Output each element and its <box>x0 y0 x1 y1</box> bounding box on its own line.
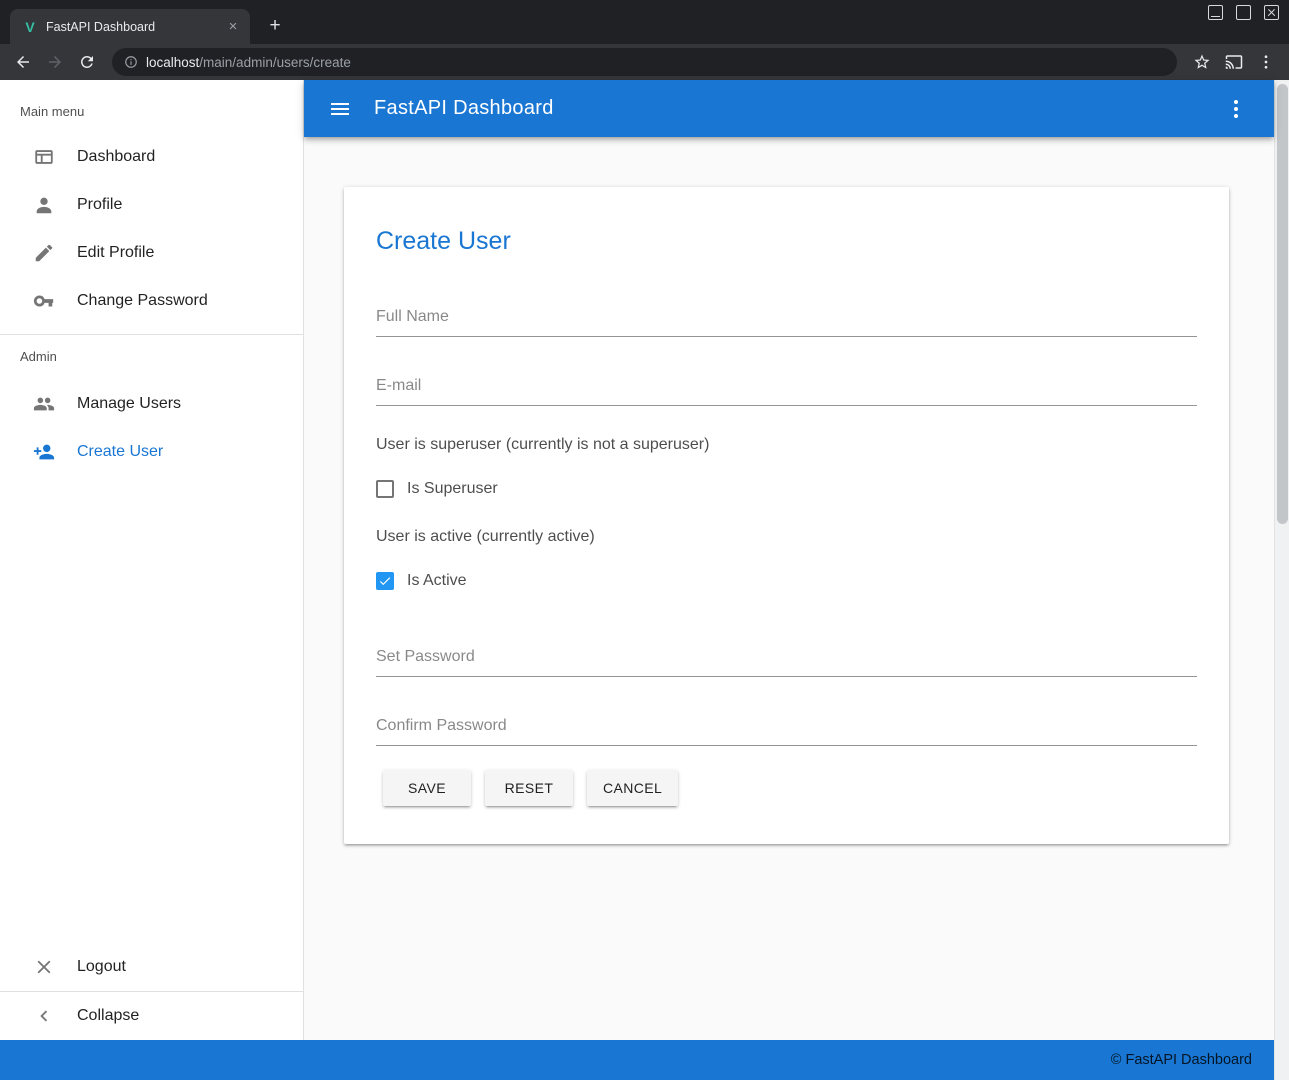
sidebar-item-edit-profile[interactable]: Edit Profile <box>0 229 303 277</box>
key-icon <box>32 289 56 313</box>
checkbox-icon[interactable] <box>376 480 394 498</box>
sidebar-section-admin: Admin <box>0 335 303 380</box>
sidebar-item-change-password[interactable]: Change Password <box>0 277 303 325</box>
url-host: localhost <box>146 55 199 70</box>
sidebar-item-label: Logout <box>77 958 126 976</box>
main-area: FastAPI Dashboard Create User User is su… <box>304 80 1274 1040</box>
scrollbar-thumb[interactable] <box>1277 84 1288 524</box>
is-active-checkbox[interactable]: Is Active <box>376 572 1197 590</box>
person-icon <box>32 193 56 217</box>
email-field <box>376 373 1197 406</box>
sidebar-item-label: Edit Profile <box>77 244 154 262</box>
sidebar-item-collapse[interactable]: Collapse <box>0 992 303 1040</box>
sidebar-item-manage-users[interactable]: Manage Users <box>0 380 303 428</box>
people-icon <box>32 392 56 416</box>
set-password-input[interactable] <box>376 644 1197 677</box>
full-name-input[interactable] <box>376 304 1197 337</box>
sidebar-spacer <box>0 476 303 943</box>
close-icon[interactable] <box>1264 5 1279 20</box>
back-arrow-icon[interactable] <box>8 47 38 77</box>
dashboard-icon <box>32 145 56 169</box>
copyright-text: © FastAPI Dashboard <box>1111 1052 1252 1068</box>
maximize-icon[interactable] <box>1236 5 1251 20</box>
page-scrollbar[interactable] <box>1274 80 1289 1080</box>
checkbox-checked-icon[interactable] <box>376 572 394 590</box>
tab-close-icon[interactable]: × <box>224 18 242 36</box>
minimize-icon[interactable] <box>1208 5 1223 20</box>
is-superuser-checkbox[interactable]: Is Superuser <box>376 480 1197 498</box>
sidebar-item-dashboard[interactable]: Dashboard <box>0 133 303 181</box>
checkbox-label: Is Superuser <box>407 480 498 498</box>
tab-title: FastAPI Dashboard <box>46 20 216 34</box>
address-bar[interactable]: localhost/main/admin/users/create <box>112 48 1177 76</box>
sidebar-item-label: Profile <box>77 196 122 214</box>
full-name-field <box>376 304 1197 337</box>
new-tab-button[interactable]: + <box>262 13 288 39</box>
navigation-drawer: Main menu Dashboard Profile Edit Profile… <box>0 80 304 1040</box>
sidebar-item-label: Dashboard <box>77 148 155 166</box>
confirm-password-field <box>376 713 1197 746</box>
app-bar: FastAPI Dashboard <box>304 80 1274 137</box>
app-footer: © FastAPI Dashboard <box>0 1040 1274 1080</box>
confirm-password-input[interactable] <box>376 713 1197 746</box>
url-text: localhost/main/admin/users/create <box>146 55 351 70</box>
superuser-hint: User is superuser (currently is not a su… <box>376 436 1197 454</box>
url-path: /main/admin/users/create <box>199 55 351 70</box>
form-actions: SAVE RESET CANCEL <box>376 770 1197 806</box>
app-bar-title: FastAPI Dashboard <box>374 97 554 120</box>
set-password-field <box>376 644 1197 677</box>
save-button[interactable]: SAVE <box>383 770 471 806</box>
sidebar-item-profile[interactable]: Profile <box>0 181 303 229</box>
browser-toolbar: localhost/main/admin/users/create <box>0 44 1289 80</box>
email-input[interactable] <box>376 373 1197 406</box>
person-add-icon <box>32 440 56 464</box>
checkbox-label: Is Active <box>407 572 467 590</box>
favicon-icon: V <box>22 19 38 35</box>
info-icon[interactable] <box>124 55 138 69</box>
close-icon <box>32 955 56 979</box>
page-title: Create User <box>376 227 1197 256</box>
page-content: Create User User is superuser (currently… <box>304 137 1274 1040</box>
pencil-icon <box>32 241 56 265</box>
window-controls <box>1208 5 1279 20</box>
create-user-card: Create User User is superuser (currently… <box>344 187 1229 844</box>
browser-menu-kebab-icon[interactable] <box>1251 47 1281 77</box>
sidebar-item-label: Manage Users <box>77 395 181 413</box>
browser-titlebar: V FastAPI Dashboard × + <box>0 0 1289 44</box>
sidebar-item-label: Change Password <box>77 292 208 310</box>
cast-icon[interactable] <box>1219 47 1249 77</box>
reload-icon[interactable] <box>72 47 102 77</box>
reset-button[interactable]: RESET <box>485 770 573 806</box>
star-icon[interactable] <box>1187 47 1217 77</box>
active-hint: User is active (currently active) <box>376 528 1197 546</box>
app-menu-kebab-icon[interactable] <box>1224 97 1248 121</box>
hamburger-icon[interactable] <box>328 97 352 121</box>
sidebar-section-main-menu: Main menu <box>0 80 303 133</box>
chevron-left-icon <box>32 1004 56 1028</box>
browser-tab[interactable]: V FastAPI Dashboard × <box>10 9 250 44</box>
app-viewport: Main menu Dashboard Profile Edit Profile… <box>0 80 1289 1080</box>
cancel-button[interactable]: CANCEL <box>587 770 678 806</box>
sidebar-item-label: Collapse <box>77 1007 139 1025</box>
sidebar-item-create-user[interactable]: Create User <box>0 428 303 476</box>
forward-arrow-icon[interactable] <box>40 47 70 77</box>
sidebar-item-label: Create User <box>77 443 163 461</box>
sidebar-item-logout[interactable]: Logout <box>0 943 303 991</box>
